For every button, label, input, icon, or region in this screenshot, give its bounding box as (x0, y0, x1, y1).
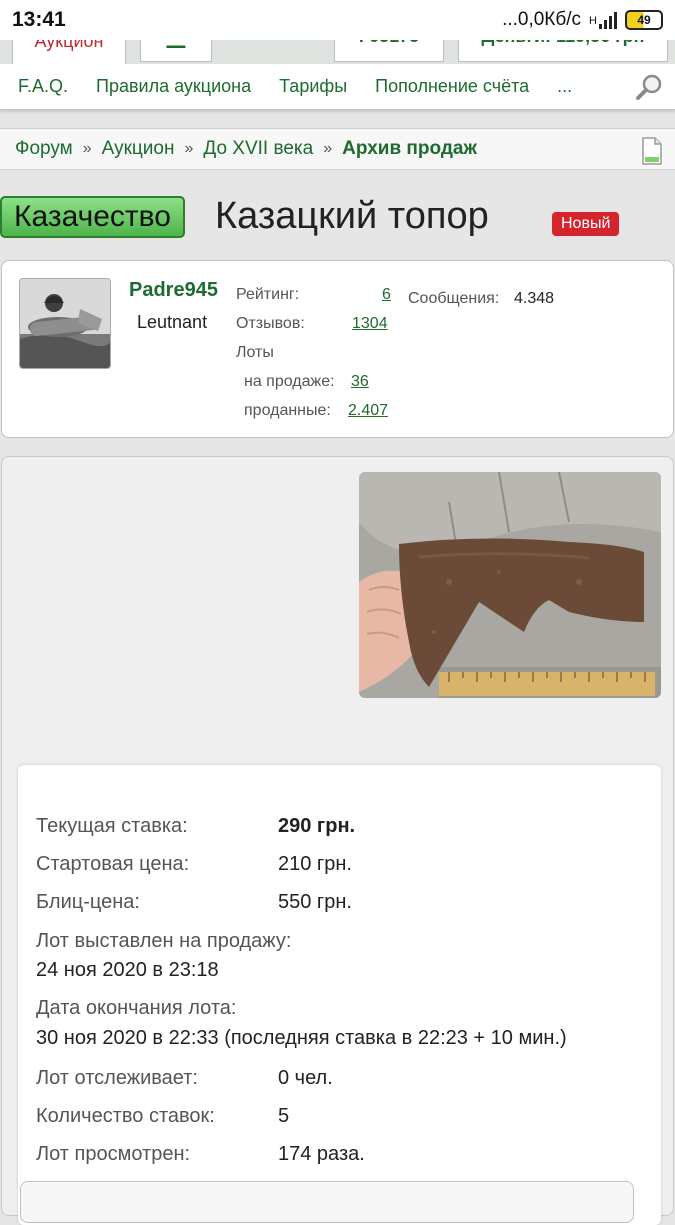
current-bid-value: 290 грн. (278, 815, 356, 837)
new-status-badge: Новый (552, 212, 620, 236)
lot-details: Текущая ставка: 290 грн. Стартовая цена:… (18, 765, 661, 1225)
current-bid-label: Текущая ставка: (36, 815, 188, 837)
reviews-value[interactable]: 1304 (352, 315, 388, 333)
status-indicators: ...0,0Кб/с H 49 (502, 9, 663, 31)
category-badge[interactable]: Казачество (0, 196, 185, 238)
blitz-price-value: 550 грн. (278, 891, 352, 913)
lot-photo[interactable] (359, 472, 661, 698)
end-date-label: Дата окончания лота: (36, 997, 237, 1019)
seller-rank: Leutnant (137, 312, 208, 332)
start-price-label: Стартовая цена: (36, 853, 190, 875)
breadcrumb-forum[interactable]: Форум (15, 138, 73, 160)
messages-label: Сообщения: (408, 290, 500, 307)
bid-panel[interactable] (20, 1181, 634, 1223)
breadcrumb-separator: » (184, 140, 194, 157)
views-value: 174 раза. (278, 1143, 365, 1165)
on-sale-value[interactable]: 36 (351, 373, 369, 391)
end-date-value: 30 ноя 2020 в 22:33 (последняя ставка в … (36, 1027, 567, 1049)
breadcrumb-auction[interactable]: Аукцион (102, 138, 175, 160)
watchers-value: 0 чел. (278, 1067, 333, 1089)
bid-count-label: Количество ставок: (36, 1105, 215, 1127)
menu-bar: F.A.Q. Правила аукциона Тарифы Пополнени… (0, 64, 675, 110)
search-icon[interactable] (635, 72, 665, 107)
lots-label: Лоты (236, 344, 274, 361)
views-label: Лот просмотрен: (36, 1143, 191, 1165)
sold-value[interactable]: 2.407 (348, 402, 388, 420)
sold-label: проданные: (244, 402, 331, 419)
battery-icon: 49 (625, 10, 663, 30)
reviews-label: Отзывов: (236, 315, 305, 332)
on-sale-label: на продаже: (244, 373, 335, 390)
seller-card: Padre945 Leutnant Рейтинг: 6 Отзывов: 13… (1, 260, 674, 438)
network-speed: ...0,0Кб/с (502, 9, 582, 30)
breadcrumb-archive[interactable]: Архив продаж (342, 138, 477, 160)
menu-item-faq[interactable]: F.A.Q. (18, 76, 68, 97)
menu-item-rules[interactable]: Правила аукциона (96, 76, 251, 97)
start-price-value: 210 грн. (278, 853, 352, 875)
watchers-label: Лот отслеживает: (36, 1067, 198, 1089)
breadcrumb-category[interactable]: До XVII века (203, 138, 313, 160)
menu-item-tariffs[interactable]: Тарифы (279, 76, 347, 97)
battery-level: 49 (637, 13, 651, 27)
messages-value: 4.348 (514, 290, 555, 307)
lot-title: Казацкий топор (215, 195, 489, 237)
rating-label: Рейтинг: (236, 286, 300, 303)
rating-value[interactable]: 6 (382, 286, 391, 304)
breadcrumb: Форум » Аукцион » До XVII века » Архив п… (0, 128, 675, 170)
listed-label: Лот выставлен на продажу: (36, 930, 292, 952)
network-type: H (589, 15, 597, 27)
document-icon[interactable] (641, 137, 663, 171)
lot-card: Текущая ставка: 290 грн. Стартовая цена:… (1, 456, 674, 1225)
blitz-price-label: Блиц-цена: (36, 891, 140, 913)
listed-value: 24 ноя 2020 в 23:18 (36, 959, 219, 981)
seller-username[interactable]: Padre945 (129, 279, 218, 302)
signal-icon (599, 11, 617, 29)
menu-item-more[interactable]: ... (557, 76, 572, 97)
menu-item-topup[interactable]: Пополнение счёта (375, 76, 529, 97)
status-bar: 13:41 ...0,0Кб/с H 49 (0, 0, 675, 40)
status-time: 13:41 (12, 8, 66, 31)
breadcrumb-separator: » (82, 140, 92, 157)
breadcrumb-separator: » (323, 140, 333, 157)
bid-count-value: 5 (278, 1105, 290, 1127)
avatar[interactable] (19, 278, 111, 369)
